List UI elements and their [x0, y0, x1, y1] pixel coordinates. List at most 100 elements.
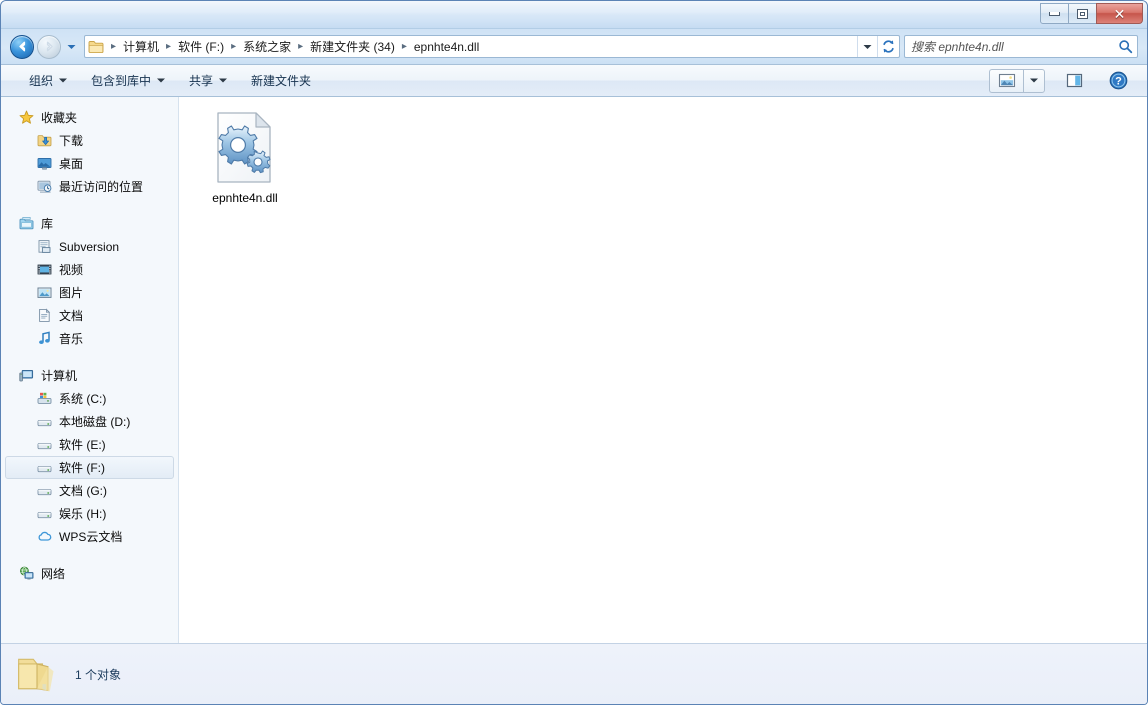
- title-bar-glow: [1, 1, 1147, 15]
- breadcrumb-separator: ▸: [111, 41, 117, 52]
- close-button[interactable]: ✕: [1096, 3, 1143, 24]
- include-in-library-label: 包含到库中: [91, 74, 152, 88]
- file-item[interactable]: epnhte4n.dll: [193, 107, 297, 211]
- star-icon: [18, 110, 34, 126]
- sidebar-label: 图片: [59, 286, 84, 300]
- title-bar: ✕: [1, 1, 1147, 29]
- file-list-pane[interactable]: epnhte4n.dll: [179, 97, 1147, 643]
- breadcrumb-bar[interactable]: ▸ 计算机 ▸ 软件 (F:) ▸ 系统之家 ▸ 新建文件夹 (34) ▸ ep…: [84, 35, 900, 58]
- preview-pane-button[interactable]: [1059, 69, 1089, 93]
- recent-pages-dropdown-button[interactable]: [65, 38, 77, 56]
- address-history-dropdown-button[interactable]: [857, 36, 877, 57]
- chevron-down-icon: [157, 78, 166, 83]
- sidebar-item-network[interactable]: 网络: [5, 562, 174, 585]
- sidebar-item-pictures[interactable]: 图片: [5, 281, 174, 304]
- sidebar-item-drive-f[interactable]: 软件 (F:): [5, 456, 174, 479]
- sidebar-label: 最近访问的位置: [59, 180, 144, 194]
- sidebar-item-documents[interactable]: 文档: [5, 304, 174, 327]
- chevron-down-icon: [67, 44, 75, 49]
- breadcrumb-item-folder-2[interactable]: 新建文件夹 (34): [307, 36, 398, 57]
- system-drive-icon: [36, 391, 52, 407]
- sidebar-label: 计算机: [41, 369, 78, 383]
- sidebar-item-recent-places[interactable]: 最近访问的位置: [5, 175, 174, 198]
- share-button[interactable]: 共享: [179, 67, 237, 94]
- window-body: 收藏夹 下载 桌面 最近访问的位置 库 Subversion 视频 图片 文档 …: [1, 97, 1147, 643]
- minimize-button[interactable]: [1040, 3, 1069, 24]
- window-controls: ✕: [1040, 3, 1143, 25]
- dll-file-icon: [213, 112, 277, 184]
- nav-group-network: 网络: [1, 562, 178, 585]
- sidebar-label: 视频: [59, 263, 84, 277]
- breadcrumb-item-current[interactable]: epnhte4n.dll: [411, 38, 482, 56]
- chevron-down-icon: [59, 78, 68, 83]
- desktop-icon: [36, 156, 52, 172]
- new-folder-button[interactable]: 新建文件夹: [241, 67, 321, 94]
- breadcrumb-item-computer[interactable]: 计算机: [120, 36, 162, 57]
- file-grid: epnhte4n.dll: [179, 97, 1147, 211]
- nav-group-libraries: 库 Subversion 视频 图片 文档 音乐: [1, 212, 178, 350]
- breadcrumb-separator: ▸: [401, 41, 407, 52]
- sidebar-item-drive-h[interactable]: 娱乐 (H:): [5, 502, 174, 525]
- sidebar-item-music[interactable]: 音乐: [5, 327, 174, 350]
- navigation-pane: 收藏夹 下载 桌面 最近访问的位置 库 Subversion 视频 图片 文档 …: [1, 97, 179, 643]
- sidebar-label: 库: [41, 217, 54, 231]
- sidebar-label: 收藏夹: [41, 111, 78, 125]
- change-view-button[interactable]: [989, 68, 1023, 93]
- toolbar-right-buttons: ?: [989, 68, 1147, 93]
- organize-label: 组织: [29, 74, 54, 88]
- breadcrumb-item-drive-f[interactable]: 软件 (F:): [175, 36, 227, 57]
- command-toolbar: 组织 包含到库中 共享 新建文件夹 ?: [1, 64, 1147, 97]
- status-text: 1 个对象: [75, 667, 122, 682]
- change-view-dropdown-button[interactable]: [1023, 68, 1045, 93]
- forward-arrow-icon: [46, 41, 53, 52]
- sidebar-item-favorites[interactable]: 收藏夹: [5, 106, 174, 129]
- search-box[interactable]: [904, 35, 1138, 58]
- library-icon: [18, 216, 34, 232]
- minimize-icon: [1049, 11, 1060, 16]
- sidebar-label: 网络: [41, 567, 66, 581]
- cloud-icon: [36, 529, 52, 545]
- open-folder-icon: [1, 652, 59, 696]
- search-input[interactable]: [905, 39, 1113, 54]
- nav-group-computer: 计算机 系统 (C:) 本地磁盘 (D:) 软件 (E:) 软件 (F:) 文档…: [1, 364, 178, 548]
- sidebar-item-computer[interactable]: 计算机: [5, 364, 174, 387]
- drive-icon: [36, 437, 52, 453]
- sidebar-item-subversion[interactable]: Subversion: [5, 235, 174, 258]
- breadcrumb-item-folder-1[interactable]: 系统之家: [240, 36, 294, 57]
- sidebar-item-videos[interactable]: 视频: [5, 258, 174, 281]
- status-bar: 1 个对象: [1, 643, 1147, 704]
- drive-icon: [36, 414, 52, 430]
- sidebar-item-drive-g[interactable]: 文档 (G:): [5, 479, 174, 502]
- share-label: 共享: [189, 74, 214, 88]
- sidebar-label: 本地磁盘 (D:): [59, 415, 131, 429]
- chevron-down-icon: [219, 78, 228, 83]
- chevron-down-icon: [1030, 78, 1038, 83]
- sidebar-item-drive-c[interactable]: 系统 (C:): [5, 387, 174, 410]
- forward-button[interactable]: [37, 34, 61, 59]
- documents-icon: [36, 308, 52, 324]
- sidebar-item-desktop[interactable]: 桌面: [5, 152, 174, 175]
- sidebar-item-libraries[interactable]: 库: [5, 212, 174, 235]
- sidebar-item-drive-e[interactable]: 软件 (E:): [5, 433, 174, 456]
- organize-button[interactable]: 组织: [19, 67, 77, 94]
- include-in-library-button[interactable]: 包含到库中: [81, 67, 175, 94]
- restore-button[interactable]: [1068, 3, 1097, 24]
- back-button[interactable]: [10, 34, 34, 59]
- sidebar-item-wps-cloud[interactable]: WPS云文档: [5, 525, 174, 548]
- breadcrumb-separator: ▸: [231, 41, 237, 52]
- sidebar-item-downloads[interactable]: 下载: [5, 129, 174, 152]
- sidebar-item-drive-d[interactable]: 本地磁盘 (D:): [5, 410, 174, 433]
- videos-icon: [36, 262, 52, 278]
- new-folder-label: 新建文件夹: [251, 74, 312, 88]
- close-icon: ✕: [1113, 5, 1126, 22]
- view-icon: [998, 73, 1015, 88]
- preview-pane-icon: [1066, 73, 1082, 88]
- search-icon[interactable]: [1113, 39, 1137, 54]
- pictures-icon: [36, 285, 52, 301]
- help-button[interactable]: ?: [1103, 69, 1133, 93]
- refresh-button[interactable]: [877, 36, 899, 57]
- toolbar-items: 组织 包含到库中 共享 新建文件夹: [1, 67, 989, 94]
- breadcrumb: ▸ 计算机 ▸ 软件 (F:) ▸ 系统之家 ▸ 新建文件夹 (34) ▸ ep…: [107, 36, 857, 57]
